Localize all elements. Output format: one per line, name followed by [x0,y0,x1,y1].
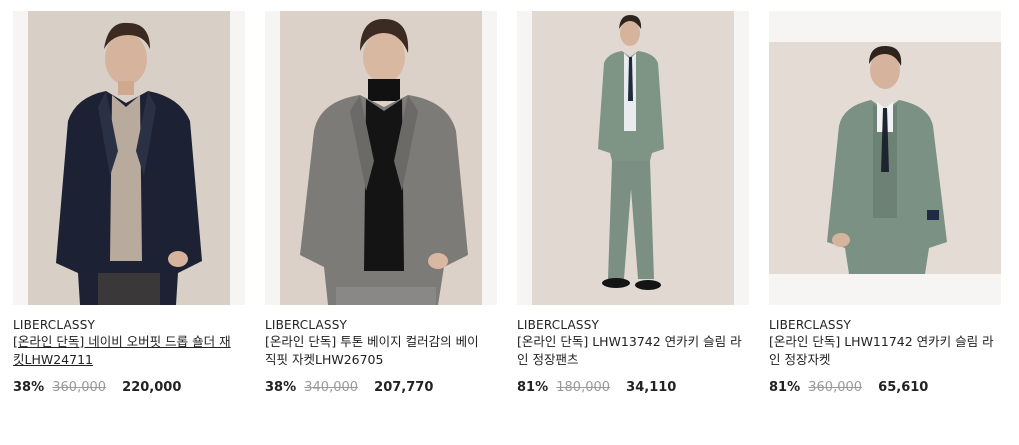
original-price: 360,000 [52,380,107,395]
sale-price: 65,610 [878,380,929,395]
product-image[interactable] [769,11,1001,305]
product-photo [28,11,230,305]
original-price: 360,000 [808,380,863,395]
discount-rate: 38% [265,380,297,395]
original-price: 340,000 [304,380,359,395]
original-price: 180,000 [556,380,611,395]
product-brand: LIBERCLASSY [265,318,348,332]
product-title-link[interactable]: [온라인 단독] LHW13742 연카키 슬림 라인 정장팬츠 [517,333,742,369]
product-title-link[interactable]: [온라인 단독] 네이비 오버핏 드롭 숄더 재킷LHW24711 [13,333,238,369]
discount-rate: 81% [769,380,801,395]
sale-price: 34,110 [626,380,677,395]
product-brand: LIBERCLASSY [13,318,96,332]
product-photo [280,11,482,305]
model-navy-jacket-illustration [28,11,230,305]
product-brand: LIBERCLASSY [517,318,600,332]
sale-price: 220,000 [122,380,182,395]
sale-price: 207,770 [374,380,434,395]
model-grey-jacket-illustration [280,11,482,305]
discount-rate: 38% [13,380,45,395]
product-image[interactable] [13,11,245,305]
product-brand: LIBERCLASSY [769,318,852,332]
price-row: 38% 340,000 207,770 [265,380,433,395]
price-row: 81% 180,000 34,110 [517,380,676,395]
product-photo [769,42,1001,274]
model-khaki-suit-illustration [769,42,1001,274]
product-title-link[interactable]: [온라인 단독] 투톤 베이지 컬러감의 베이직핏 자켓LHW26705 [265,333,490,369]
model-khaki-suit-full-illustration [532,11,734,305]
discount-rate: 81% [517,380,549,395]
product-image[interactable] [517,11,749,305]
product-title-link[interactable]: [온라인 단독] LHW11742 연카키 슬림 라인 정장자켓 [769,333,994,369]
product-photo [532,11,734,305]
product-grid: LIBERCLASSY [온라인 단독] 네이비 오버핏 드롭 숄더 재킷LHW… [0,0,1019,445]
product-image[interactable] [265,11,497,305]
price-row: 81% 360,000 65,610 [769,380,928,395]
price-row: 38% 360,000 220,000 [13,380,181,395]
